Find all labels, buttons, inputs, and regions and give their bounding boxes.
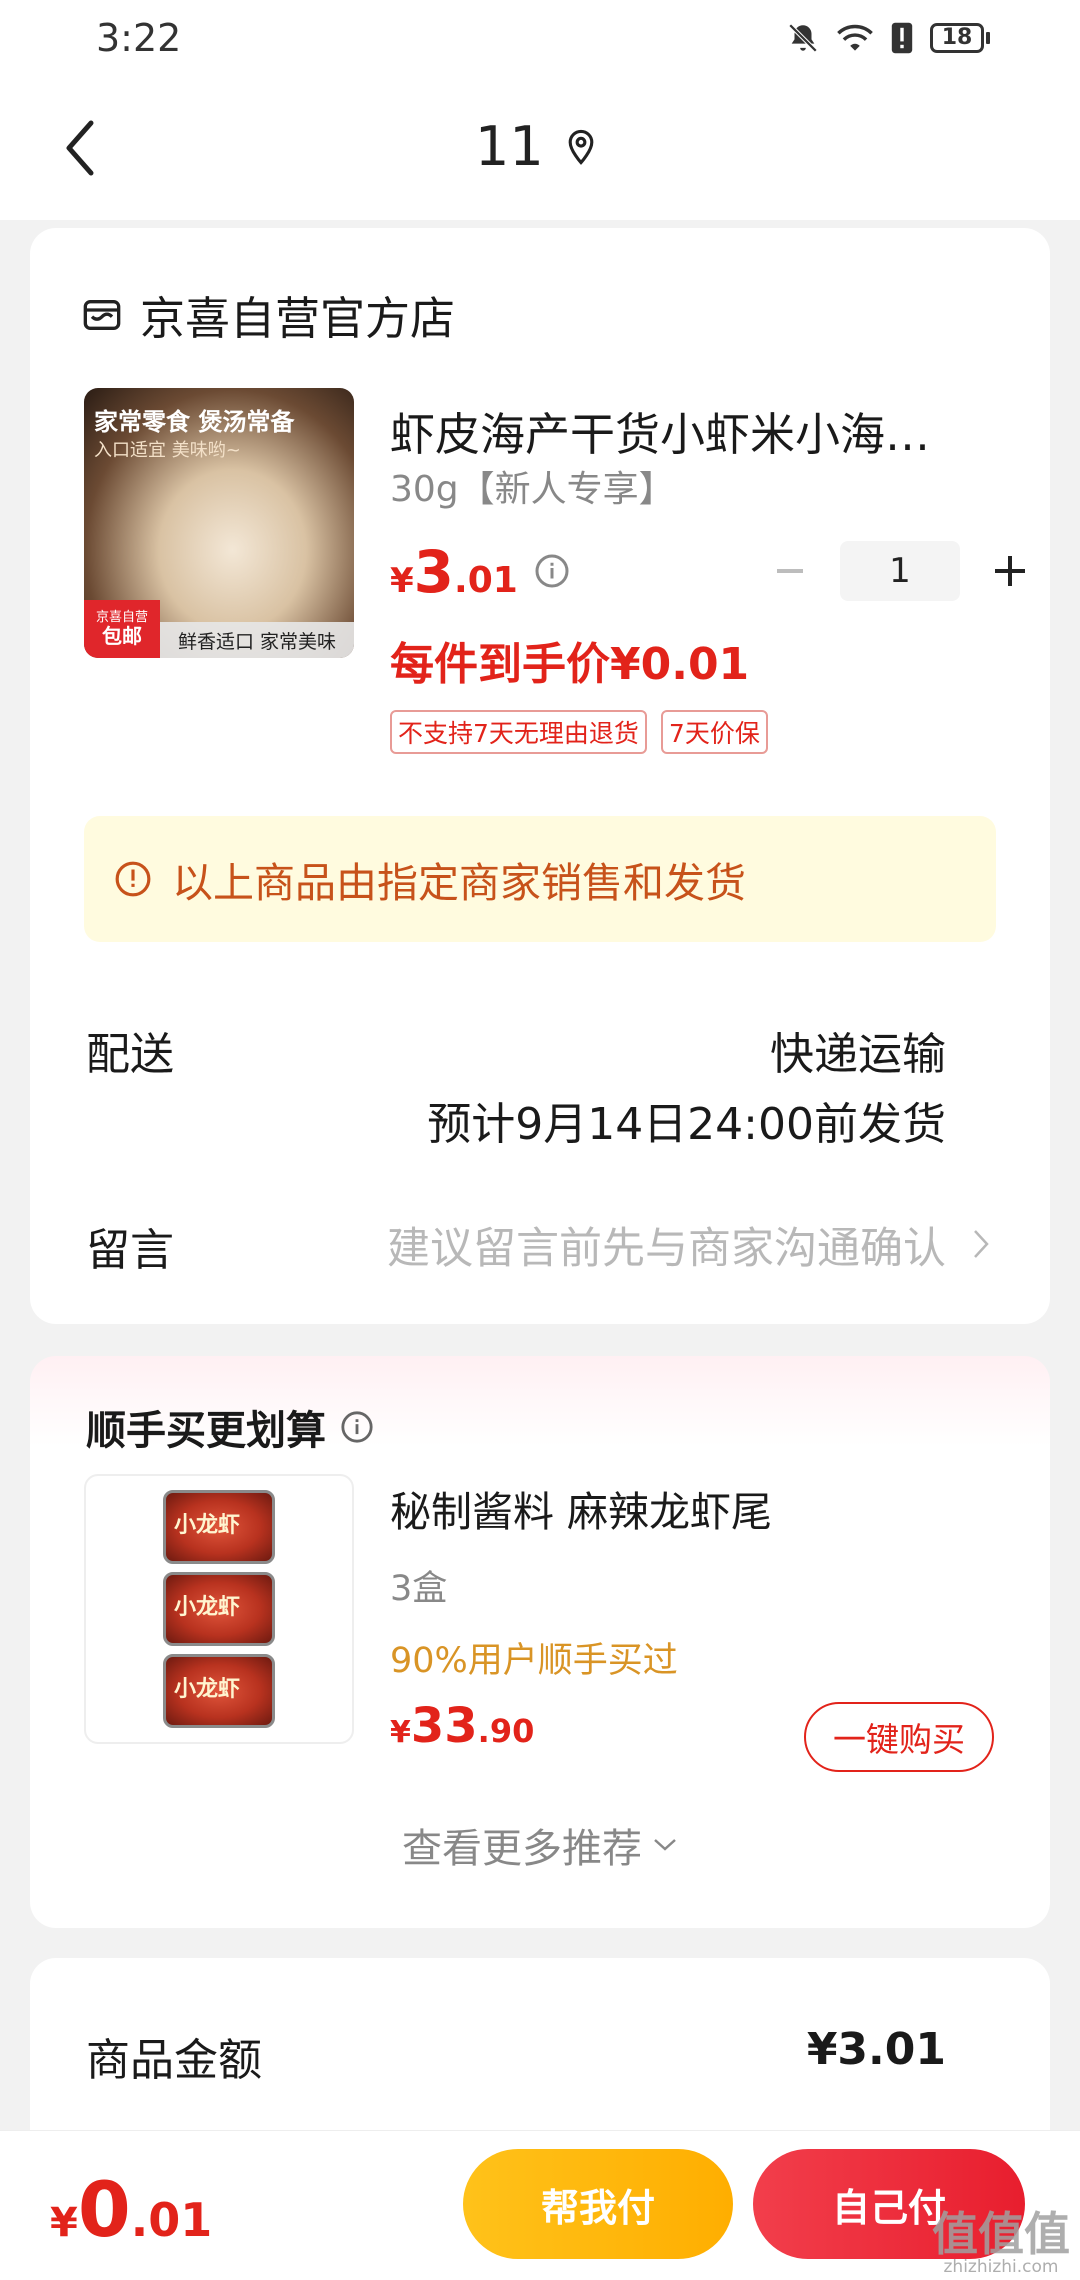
recommend-price: ¥ 33 .90 xyxy=(390,1698,534,1754)
message-field[interactable]: 建议留言前先与商家沟通确认 xyxy=(387,1214,946,1276)
recommend-header: 顺手买更划算 xyxy=(86,1398,374,1456)
checkout-bar: ¥ 0 .01 帮我付 自己付 值值值 zhizhizhi.com xyxy=(0,2130,1080,2280)
product-price: ¥ 3 .01 xyxy=(390,538,518,606)
product-image-subtext: 入口适宜 美味哟~ xyxy=(94,440,241,461)
price-decimal: .90 xyxy=(477,1712,535,1750)
recommend-product-image[interactable]: 小龙虾 小龙虾 小龙虾 xyxy=(84,1474,354,1744)
delivery-date: 预计9月14日24:00前发货 xyxy=(427,1099,946,1150)
nav-title-group[interactable]: 11 xyxy=(475,115,596,178)
free-shipping-badge: 京喜自营 包邮 xyxy=(84,600,160,658)
price-currency: ¥ xyxy=(390,561,414,601)
recommend-product-spec: 3盒 xyxy=(390,1569,448,1609)
battery-level: 18 xyxy=(941,25,973,50)
wifi-icon xyxy=(837,24,873,51)
recommend-title: 顺手买更划算 xyxy=(86,1408,326,1454)
notice-text: 以上商品由指定商家销售和发货 xyxy=(172,859,746,907)
recommend-card: 顺手买更划算 小龙虾 小龙虾 小龙虾 秘制酱料 麻辣龙虾尾 3盒 90%用户顺手… xyxy=(30,1356,1050,1928)
watermark-text: 值值值 xyxy=(932,2207,1070,2261)
price-info-icon[interactable] xyxy=(534,553,570,589)
box-label: 小龙虾 xyxy=(174,1677,241,1702)
product-image-text: 家常零食 煲汤常备 xyxy=(94,408,295,436)
quantity-decrease-button[interactable] xyxy=(760,541,820,601)
shop-header[interactable]: 京喜自营官方店 xyxy=(82,282,455,347)
status-time: 3:22 xyxy=(96,15,182,60)
goods-amount-label: 商品金额 xyxy=(86,2035,262,2086)
product-title[interactable]: 虾皮海产干货小虾米小海… xyxy=(390,398,990,463)
page-title: 11 xyxy=(475,115,544,178)
total-decimal: .01 xyxy=(130,2193,213,2247)
back-button[interactable] xyxy=(56,113,104,183)
price-currency: ¥ xyxy=(390,1715,411,1750)
mute-icon xyxy=(788,23,818,52)
crayfish-box-image: 小龙虾 xyxy=(163,1490,275,1564)
unit-final-price: 每件到手价¥0.01 xyxy=(390,639,750,690)
info-icon xyxy=(115,861,151,897)
status-icons: 18 xyxy=(786,21,990,55)
battery-icon: 18 xyxy=(930,22,990,53)
product-spec: 30g【新人专享】 xyxy=(390,469,675,510)
watermark-url: zhizhizhi.com xyxy=(943,2257,1059,2277)
one-click-buy-button[interactable]: 一键购买 xyxy=(804,1702,994,1772)
total-price: ¥ 0 .01 xyxy=(50,2165,212,2254)
more-recommend-label: 查看更多推荐 xyxy=(402,1826,642,1872)
quantity-stepper: 1 xyxy=(760,541,1040,601)
service-tags: 不支持7天无理由退货 7天价保 xyxy=(390,710,768,754)
total-currency: ¥ xyxy=(50,2200,78,2246)
recommend-product-name[interactable]: 秘制酱料 麻辣龙虾尾 xyxy=(390,1478,772,1538)
box-label: 小龙虾 xyxy=(174,1513,241,1538)
help-me-pay-button[interactable]: 帮我付 xyxy=(463,2149,733,2259)
crayfish-box-image: 小龙虾 xyxy=(163,1654,275,1728)
no-return-tag: 不支持7天无理由退货 xyxy=(390,710,647,754)
recommend-popularity: 90%用户顺手买过 xyxy=(390,1641,678,1681)
quantity-increase-button[interactable] xyxy=(980,541,1040,601)
total-integer: 0 xyxy=(77,2165,131,2254)
delivery-method[interactable]: 快递运输 xyxy=(770,1018,946,1082)
chevron-right-icon[interactable] xyxy=(972,1228,990,1260)
shop-name: 京喜自营官方店 xyxy=(140,292,456,345)
product-image-bar: 鲜香适口 家常美味 xyxy=(160,622,354,658)
location-pin-icon xyxy=(568,129,594,165)
watermark-logo: 值值值 zhizhizhi.com xyxy=(932,2211,1070,2276)
price-integer: 33 xyxy=(410,1698,478,1754)
message-label: 留言 xyxy=(86,1225,174,1276)
quantity-input[interactable]: 1 xyxy=(840,541,960,601)
delivery-label: 配送 xyxy=(86,1029,174,1080)
nav-bar: 11 xyxy=(0,75,1080,220)
badge-text: 包邮 xyxy=(102,624,142,649)
alert-icon xyxy=(891,22,913,53)
shop-icon xyxy=(83,299,121,330)
product-image[interactable]: 家常零食 煲汤常备 入口适宜 美味哟~ 京喜自营 包邮 鲜香适口 家常美味 xyxy=(84,388,354,658)
chevron-left-icon xyxy=(66,120,94,176)
price-decimal: .01 xyxy=(454,560,518,601)
more-recommend-link[interactable]: 查看更多推荐 xyxy=(30,1816,1050,1874)
status-bar: 3:22 18 xyxy=(0,0,1080,75)
minus-icon xyxy=(777,569,803,573)
seller-notice: 以上商品由指定商家销售和发货 xyxy=(84,816,996,942)
chevron-down-icon xyxy=(654,1839,676,1851)
box-label: 小龙虾 xyxy=(174,1595,241,1620)
badge-small-text: 京喜自营 xyxy=(95,609,148,625)
price-integer: 3 xyxy=(413,538,455,606)
goods-amount-value: ¥3.01 xyxy=(806,2024,946,2075)
order-card: 京喜自营官方店 家常零食 煲汤常备 入口适宜 美味哟~ 京喜自营 包邮 鲜香适口… xyxy=(30,228,1050,1324)
recommend-info-icon[interactable] xyxy=(340,1410,374,1444)
crayfish-box-image: 小龙虾 xyxy=(163,1572,275,1646)
plus-icon xyxy=(995,556,1025,586)
price-protect-tag: 7天价保 xyxy=(660,710,768,754)
